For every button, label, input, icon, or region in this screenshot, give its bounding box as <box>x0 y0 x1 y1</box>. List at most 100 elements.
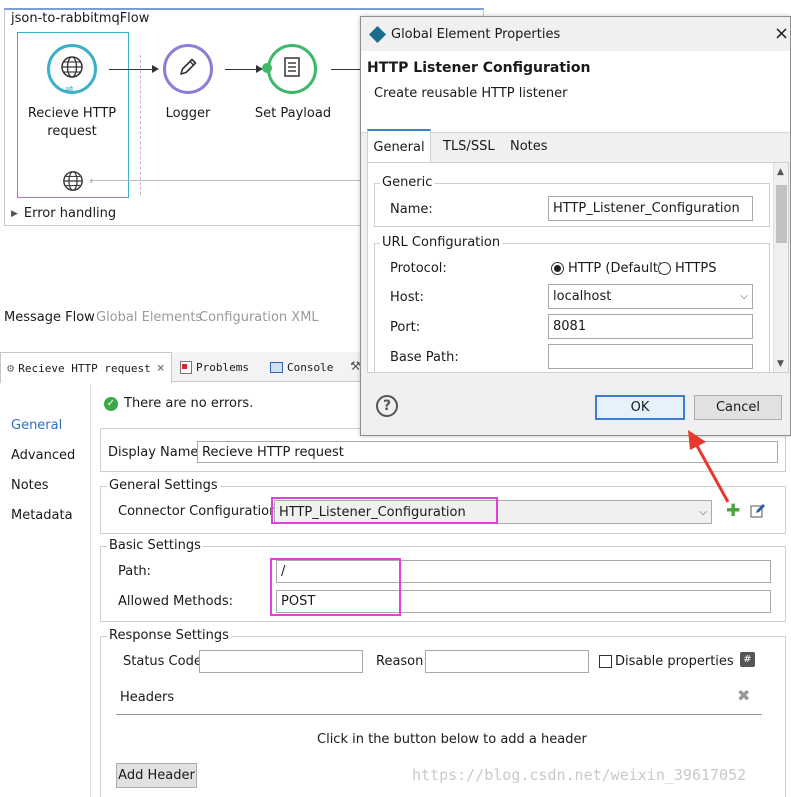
reason-input[interactable] <box>425 650 589 673</box>
chevron-down-icon: ⌵ <box>699 506 707 518</box>
return-line <box>91 180 391 181</box>
disable-properties-checkbox[interactable]: Disable properties <box>599 654 734 669</box>
host-combo[interactable]: localhost ⌵ <box>548 284 753 309</box>
base-path-label: Base Path: <box>390 350 459 365</box>
nav-general[interactable]: General <box>11 418 62 433</box>
hash-icon[interactable]: # <box>740 652 755 667</box>
dialog-window-title: Global Element Properties <box>391 27 561 42</box>
allowed-methods-label: Allowed Methods: <box>118 594 233 609</box>
dialog-heading: HTTP Listener Configuration <box>367 60 591 76</box>
nav-notes[interactable]: Notes <box>11 478 49 493</box>
generic-title: Generic <box>380 175 435 190</box>
radio-empty-icon <box>658 262 671 275</box>
check-icon: ✓ <box>104 396 118 411</box>
nav-metadata[interactable]: Metadata <box>11 508 73 523</box>
tab-label: Recieve HTTP request <box>18 361 151 375</box>
name-input[interactable]: HTTP_Listener_Configuration <box>548 196 753 221</box>
http-listener-label: Recieve HTTP request <box>27 106 117 139</box>
return-arrow-icon: ‹ <box>89 174 94 187</box>
protocol-http-radio[interactable]: HTTP (Default) <box>551 261 663 276</box>
exchange-icon: ⇌ <box>65 84 74 95</box>
scrollbar-thumb[interactable] <box>776 185 787 243</box>
response-settings-title: Response Settings <box>107 628 231 643</box>
name-label: Name: <box>390 202 433 217</box>
status-code-label: Status Code: <box>123 654 207 669</box>
set-payload-label: Set Payload <box>254 106 332 121</box>
tab-configuration-xml[interactable]: Configuration XML <box>199 310 319 325</box>
help-icon[interactable]: ? <box>376 395 398 417</box>
scroll-up-icon[interactable]: ▲ <box>777 167 784 177</box>
tab-global-elements[interactable]: Global Elements <box>96 310 202 325</box>
tab-label: Console <box>287 360 334 374</box>
logger-label: Logger <box>165 106 211 121</box>
dialog-tab-notes[interactable]: Notes <box>510 129 548 163</box>
globe-icon <box>60 55 84 83</box>
dialog-subheading: Create reusable HTTP listener <box>374 86 568 101</box>
logger-node[interactable] <box>163 44 213 94</box>
dialog-tab-tls-ssl[interactable]: TLS/SSL <box>443 129 495 163</box>
connector-config-label: Connector Configuration: <box>118 504 282 519</box>
general-settings-title: General Settings <box>107 478 220 493</box>
protocol-https-radio[interactable]: HTTPS <box>658 261 717 276</box>
mule-logo-icon <box>369 26 386 43</box>
protocol-label: Protocol: <box>390 261 447 276</box>
radio-selected-icon <box>551 262 564 275</box>
chevron-down-icon: ⌵ <box>740 291 748 302</box>
reason-label: Reason: <box>376 654 428 669</box>
watermark-text: https://blog.csdn.net/weixin_39617052 <box>412 766 747 784</box>
globe-icon <box>62 170 84 196</box>
status-message: ✓ There are no errors. <box>104 396 253 411</box>
nav-divider <box>90 384 91 797</box>
cancel-button[interactable]: Cancel <box>694 395 782 420</box>
scroll-down-icon[interactable]: ▼ <box>777 359 784 369</box>
display-name-label: Display Name: <box>108 445 203 460</box>
protocol-http-label: HTTP (Default) <box>568 261 664 276</box>
ok-button[interactable]: OK <box>595 395 685 420</box>
status-text: There are no errors. <box>124 396 254 411</box>
set-payload-node[interactable] <box>267 44 317 94</box>
dialog-scrollbar[interactable]: ▲ ▼ <box>773 163 788 372</box>
payload-dot-icon <box>262 63 272 73</box>
dialog-header: HTTP Listener Configuration Create reusa… <box>361 51 790 133</box>
triangle-right-icon: ▶ <box>11 208 18 219</box>
base-path-input[interactable] <box>548 344 753 369</box>
dialog-tab-content: Generic Name: HTTP_Listener_Configuratio… <box>367 162 789 373</box>
highlight-annotation <box>270 558 401 616</box>
url-config-title: URL Configuration <box>380 235 503 250</box>
tab-label: Problems <box>196 360 249 374</box>
host-value: localhost <box>553 289 612 304</box>
annotation-arrow <box>688 430 730 503</box>
dialog-close-icon[interactable]: × <box>774 23 789 44</box>
flow-arrow <box>225 65 263 73</box>
dialog-tab-general[interactable]: General <box>367 129 431 163</box>
highlight-annotation <box>271 497 498 524</box>
port-label: Port: <box>390 320 421 335</box>
port-input[interactable]: 8081 <box>548 314 753 339</box>
nav-advanced[interactable]: Advanced <box>11 448 75 463</box>
remove-header-icon[interactable]: ✖ <box>737 686 750 705</box>
close-icon[interactable]: × <box>157 361 165 376</box>
status-code-input[interactable] <box>199 650 363 673</box>
error-handling-label: Error handling <box>23 206 117 221</box>
edit-config-icon[interactable] <box>750 503 766 523</box>
add-header-button[interactable]: Add Header <box>116 763 197 788</box>
host-label: Host: <box>390 290 424 305</box>
tab-console[interactable]: Console <box>264 352 339 382</box>
headers-label: Headers <box>120 690 175 705</box>
document-list-icon <box>280 55 304 83</box>
checkbox-box <box>599 655 612 668</box>
headers-hint: Click in the button below to add a heade… <box>317 732 587 747</box>
console-icon <box>270 361 283 373</box>
disable-properties-label: Disable properties <box>615 654 734 669</box>
flow-arrow <box>109 65 159 73</box>
basic-settings-title: Basic Settings <box>107 538 203 553</box>
protocol-https-label: HTTPS <box>675 261 717 276</box>
tab-problems[interactable]: Problems <box>174 352 255 382</box>
gear-icon: ⚙ <box>7 361 15 375</box>
editor-tab-bar: ⚙ Recieve HTTP request × Problems Consol… <box>0 352 362 383</box>
global-element-properties-dialog: Global Element Properties × HTTP Listene… <box>360 16 791 436</box>
tab-message-flow[interactable]: Message Flow <box>4 310 95 325</box>
problems-icon <box>180 360 192 374</box>
error-handling-toggle[interactable]: ▶ Error handling <box>11 206 116 221</box>
tab-recieve-http-request[interactable]: ⚙ Recieve HTTP request × <box>0 352 172 383</box>
